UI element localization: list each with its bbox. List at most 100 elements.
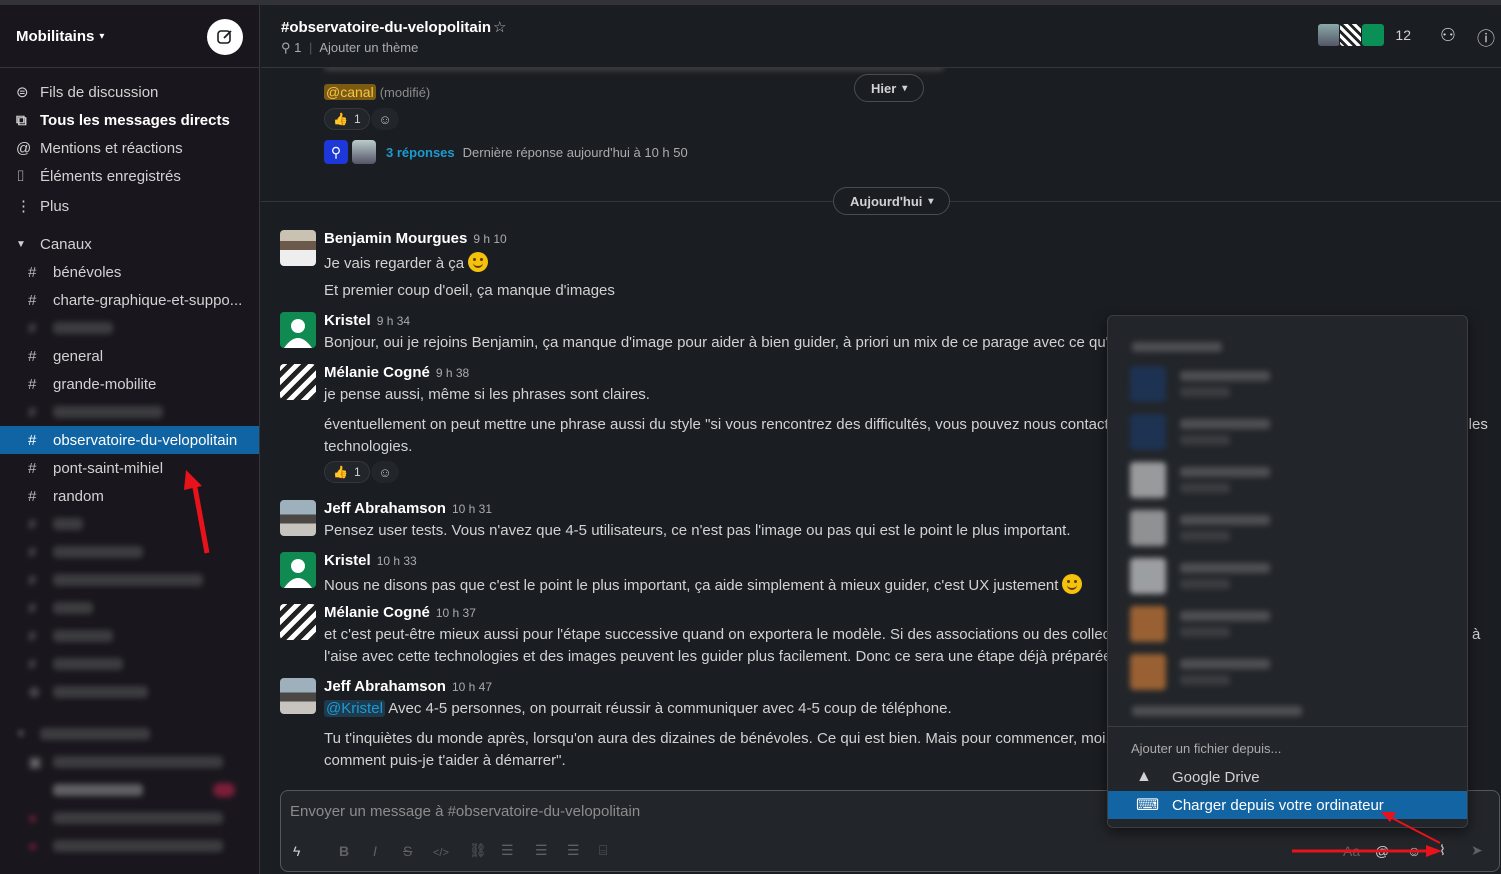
message-author[interactable]: Benjamin Mourgues	[324, 230, 467, 247]
recent-files-blurred	[1118, 326, 1459, 722]
nav-threads[interactable]: ⊜ Fils de discussion	[0, 78, 259, 106]
format-toggle-icon[interactable]: Aa	[1343, 843, 1360, 859]
sidebar-item-grande-mobilite[interactable]: # grande-mobilite	[0, 370, 259, 398]
message-text: Tu t'inquiètes du monde après, lorsqu'on…	[324, 730, 1120, 747]
menu-item-label: Google Drive	[1172, 768, 1260, 786]
avatar[interactable]	[280, 312, 316, 348]
add-member-icon[interactable]: ⚇	[1440, 25, 1456, 46]
shortcuts-icon[interactable]: ϟ	[293, 843, 300, 859]
emoji-icon[interactable]: ☺	[1407, 843, 1421, 859]
avatar[interactable]	[280, 364, 316, 400]
channel-label: random	[53, 487, 104, 505]
bullet-list-icon[interactable]: ☰	[535, 842, 548, 859]
avatar[interactable]	[280, 552, 316, 588]
strikethrough-icon[interactable]: S	[403, 843, 412, 859]
message-time[interactable]: 10 h 37	[436, 606, 476, 620]
user-silhouette-icon	[284, 559, 312, 588]
replies-link[interactable]: 3 réponses	[386, 145, 455, 160]
threads-icon: ⊜	[16, 84, 29, 101]
pin-count[interactable]: 1	[294, 40, 301, 55]
message-time[interactable]: 10 h 47	[452, 680, 492, 694]
sidebar-item-charte-graphique[interactable]: # charte-graphique-et-suppo...	[0, 286, 259, 314]
nav-saved-label: Éléments enregistrés	[40, 167, 181, 185]
message-author[interactable]: Jeff Abrahamson	[324, 500, 446, 517]
nav-direct-messages[interactable]: ⧉ Tous les messages directs	[0, 106, 259, 134]
channel-label: general	[53, 347, 104, 365]
chevron-down-icon[interactable]: ▾	[99, 31, 104, 42]
message-text: Et premier coup d'oeil, ça manque d'imag…	[324, 282, 615, 299]
send-icon[interactable]: ➤	[1471, 842, 1483, 859]
thread-replies[interactable]: ⚲ 3 réponses Dernière réponse aujourd'hu…	[324, 140, 688, 164]
nav-saved[interactable]: ⌷ Éléments enregistrés	[0, 162, 259, 190]
reaction-thumbs-up[interactable]: 👍 1	[324, 108, 370, 130]
menu-item-upload-from-computer[interactable]: ⌨ Charger depuis votre ordinateur	[1108, 791, 1467, 819]
user-mention[interactable]: @Kristel	[324, 700, 385, 717]
menu-divider	[1108, 726, 1467, 727]
message-time[interactable]: 10 h 33	[377, 554, 417, 568]
message-text: Pensez user tests. Vous n'avez que 4-5 u…	[324, 522, 1071, 539]
menu-section-label: Ajouter un fichier depuis...	[1131, 741, 1282, 756]
date-pill-label: Hier	[871, 80, 897, 96]
sidebar-item-pont-saint-mihiel[interactable]: # pont-saint-mihiel	[0, 454, 259, 482]
message-time[interactable]: 9 h 10	[473, 232, 506, 246]
add-reaction-button[interactable]: ☺	[371, 461, 399, 483]
pin-icon[interactable]: ⚲	[281, 40, 291, 55]
avatar[interactable]	[280, 230, 316, 266]
message-author[interactable]: Mélanie Cogné	[324, 364, 430, 381]
date-pill-yesterday[interactable]: Hier ▾	[854, 74, 925, 102]
message-time[interactable]: 10 h 31	[452, 502, 492, 516]
hash-icon: #	[28, 459, 37, 477]
message-author[interactable]: Mélanie Cogné	[324, 604, 430, 621]
info-icon[interactable]: ⓘ	[1477, 25, 1495, 51]
sidebar-item-blurred[interactable]: #	[0, 398, 259, 426]
channel-title[interactable]: #observatoire-du-velopolitain	[281, 19, 491, 36]
date-pill-today[interactable]: Aujourd'hui ▾	[833, 187, 951, 215]
channels-section-toggle[interactable]: ▼ Canaux	[0, 230, 259, 258]
sidebar-nav: ⊜ Fils de discussion ⧉ Tous les messages d…	[0, 68, 259, 860]
mention-icon[interactable]: @	[1375, 843, 1389, 859]
star-icon[interactable]: ☆	[493, 18, 506, 36]
reaction-thumbs-up[interactable]: 👍 1	[324, 461, 370, 483]
avatar[interactable]	[280, 500, 316, 536]
italic-icon[interactable]: I	[373, 843, 377, 859]
channels-section-label: Canaux	[40, 235, 92, 253]
compose-button[interactable]	[207, 19, 243, 55]
sidebar-item-general[interactable]: # general	[0, 342, 259, 370]
ordered-list-icon[interactable]: ☰	[501, 842, 514, 859]
sidebar-item-blurred[interactable]: #	[0, 314, 259, 342]
message-time[interactable]: 9 h 34	[377, 314, 410, 328]
at-icon: @	[16, 139, 32, 157]
sidebar-item-random[interactable]: # random	[0, 482, 259, 510]
sidebar-item-benevoles[interactable]: # bénévoles	[0, 258, 259, 286]
hash-icon: #	[28, 431, 37, 449]
message-author[interactable]: Kristel	[324, 552, 371, 569]
avatar	[1339, 23, 1364, 47]
workspace-header[interactable]: Mobilitains ▾	[0, 5, 259, 68]
link-icon[interactable]: ⛓	[469, 842, 487, 859]
topic-link[interactable]: Ajouter un thème	[319, 40, 418, 55]
workspace-name[interactable]: Mobilitains	[16, 28, 94, 45]
member-list-button[interactable]: 12	[1317, 23, 1411, 47]
nav-threads-label: Fils de discussion	[40, 83, 159, 101]
bold-icon[interactable]: B	[339, 843, 349, 859]
canal-mention[interactable]: @canal	[324, 84, 376, 100]
menu-item-google-drive[interactable]: ▲ Google Drive	[1108, 763, 1467, 791]
message-text-tail: à	[1472, 626, 1481, 643]
add-reaction-button[interactable]: ☺	[371, 108, 399, 130]
nav-mentions[interactable]: @ Mentions et réactions	[0, 134, 259, 162]
quote-icon[interactable]: ☰	[567, 842, 580, 859]
code-icon[interactable]: </>	[433, 847, 449, 859]
message-time[interactable]: 9 h 38	[436, 366, 469, 380]
code-block-icon[interactable]: ⌸	[599, 842, 607, 859]
avatar[interactable]	[280, 604, 316, 640]
avatar[interactable]	[280, 678, 316, 714]
message-author[interactable]: Kristel	[324, 312, 371, 329]
dm-icon: ⧉	[16, 111, 27, 129]
nav-more[interactable]: ⋮ Plus	[0, 192, 259, 220]
sidebar-item-observatoire-du-velopolitain[interactable]: # observatoire-du-velopolitain	[0, 426, 259, 454]
paperclip-icon[interactable]: ⌇	[1439, 842, 1446, 859]
message-author[interactable]: Jeff Abrahamson	[324, 678, 446, 695]
reaction-count: 1	[353, 112, 361, 126]
composer-input[interactable]: Envoyer un message à #observatoire-du-ve…	[290, 803, 640, 820]
channel-label: bénévoles	[53, 263, 122, 281]
